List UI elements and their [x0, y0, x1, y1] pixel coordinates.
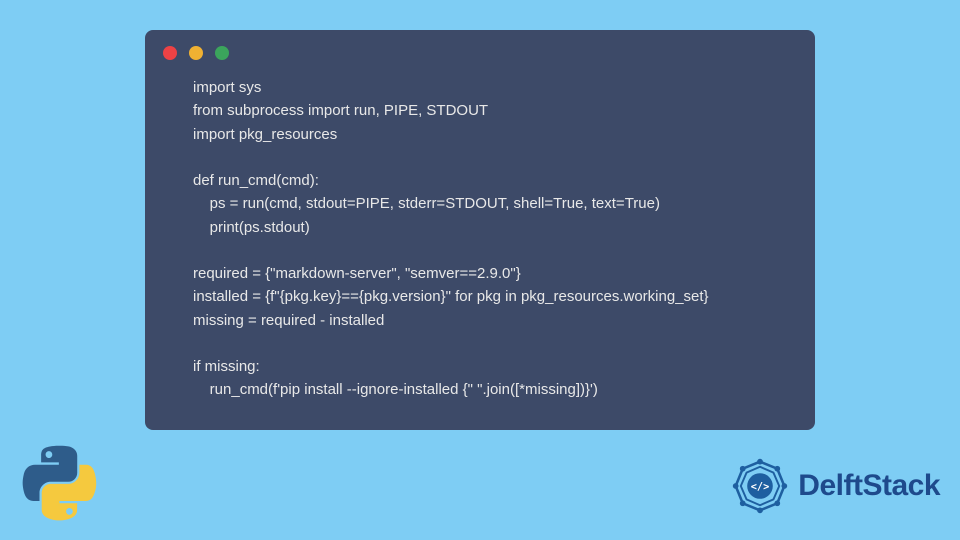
- code-line: def run_cmd(cmd):: [193, 172, 319, 189]
- code-line: import pkg_resources: [193, 126, 337, 143]
- code-line: installed = {f"{pkg.key}=={pkg.version}"…: [193, 288, 709, 305]
- delftstack-icon: </>: [728, 454, 792, 518]
- code-line: required = {"markdown-server", "semver==…: [193, 265, 521, 282]
- brand-name: DelftStack: [798, 469, 940, 503]
- code-line: import sys: [193, 79, 261, 96]
- code-line: print(ps.stdout): [193, 219, 310, 236]
- svg-text:</>: </>: [751, 481, 770, 493]
- code-line: ps = run(cmd, stdout=PIPE, stderr=STDOUT…: [193, 195, 660, 212]
- maximize-icon: [215, 46, 229, 60]
- delftstack-logo: </> DelftStack: [728, 454, 940, 518]
- python-logo-icon: [20, 444, 98, 522]
- code-line: if missing:: [193, 358, 260, 375]
- minimize-icon: [189, 46, 203, 60]
- close-icon: [163, 46, 177, 60]
- code-window: import sys from subprocess import run, P…: [145, 30, 815, 430]
- code-line: missing = required - installed: [193, 312, 384, 329]
- code-line: from subprocess import run, PIPE, STDOUT: [193, 102, 488, 119]
- window-controls: [145, 30, 815, 68]
- code-block: import sys from subprocess import run, P…: [145, 68, 815, 410]
- code-line: run_cmd(f'pip install --ignore-installed…: [193, 381, 598, 398]
